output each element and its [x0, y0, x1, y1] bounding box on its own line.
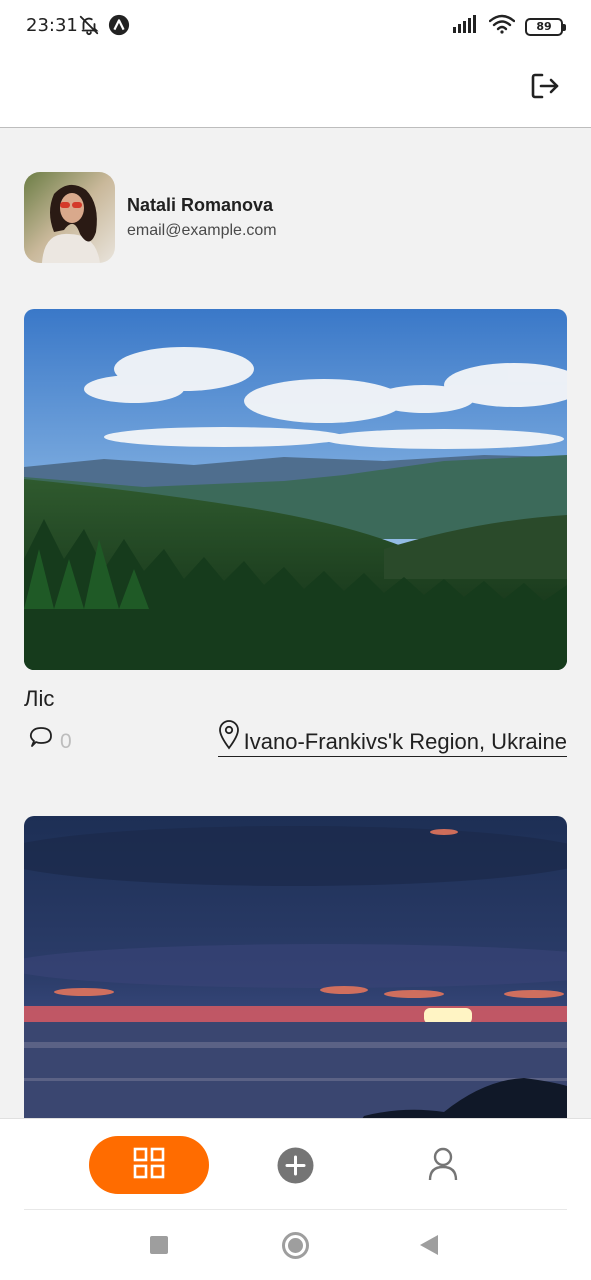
system-nav-bar	[0, 1210, 591, 1280]
wifi-icon	[488, 14, 516, 39]
battery-icon: 89	[525, 17, 566, 36]
profile-email: email@example.com	[127, 222, 277, 239]
posts-screen: Natali Romanova email@example.com Ліс 0 …	[0, 128, 591, 1118]
comment-count: 0	[60, 729, 72, 753]
post-card[interactable]	[24, 816, 567, 1118]
bell-off-icon	[78, 14, 100, 41]
profile-card: Natali Romanova email@example.com	[24, 172, 277, 263]
status-left-icons	[78, 14, 130, 41]
home-circle-icon[interactable]	[282, 1232, 309, 1259]
tab-profile[interactable]	[428, 1147, 458, 1181]
map-pin-icon	[218, 720, 240, 755]
avatar	[24, 172, 115, 263]
location-text: Ivano-Frankivs'k Region, Ukraine	[243, 729, 567, 754]
app-header	[0, 56, 591, 128]
recents-square-icon[interactable]	[150, 1236, 168, 1254]
logout-button[interactable]	[529, 70, 561, 102]
comments-button[interactable]: 0	[28, 726, 72, 757]
status-time: 23:31	[26, 15, 78, 36]
user-icon	[428, 1147, 458, 1185]
tab-create-post[interactable]	[277, 1147, 314, 1184]
logout-icon	[529, 73, 561, 106]
post-title: Ліс	[24, 686, 55, 711]
location-link[interactable]: Ivano-Frankivs'k Region, Ukraine	[217, 720, 567, 757]
status-right-icons: 89	[453, 14, 566, 39]
tab-posts[interactable]	[89, 1136, 209, 1194]
profile-name: Natali Romanova	[127, 195, 274, 215]
status-bar: 23:31 89	[0, 0, 591, 56]
post-image[interactable]	[24, 816, 567, 1118]
plus-circle-icon	[277, 1147, 314, 1188]
post-meta: 0 Ivano-Frankivs'k Region, Ukraine	[24, 720, 567, 766]
tab-bar	[0, 1118, 591, 1210]
grid-icon	[133, 1147, 165, 1184]
app-notification-icon	[108, 14, 130, 41]
signal-icon	[453, 15, 479, 38]
back-triangle-icon[interactable]	[420, 1235, 438, 1255]
comment-icon	[28, 726, 54, 757]
post-card[interactable]: Ліс 0 Ivano-Frankivs'k Region, Ukraine	[24, 309, 567, 766]
post-image[interactable]	[24, 309, 567, 670]
